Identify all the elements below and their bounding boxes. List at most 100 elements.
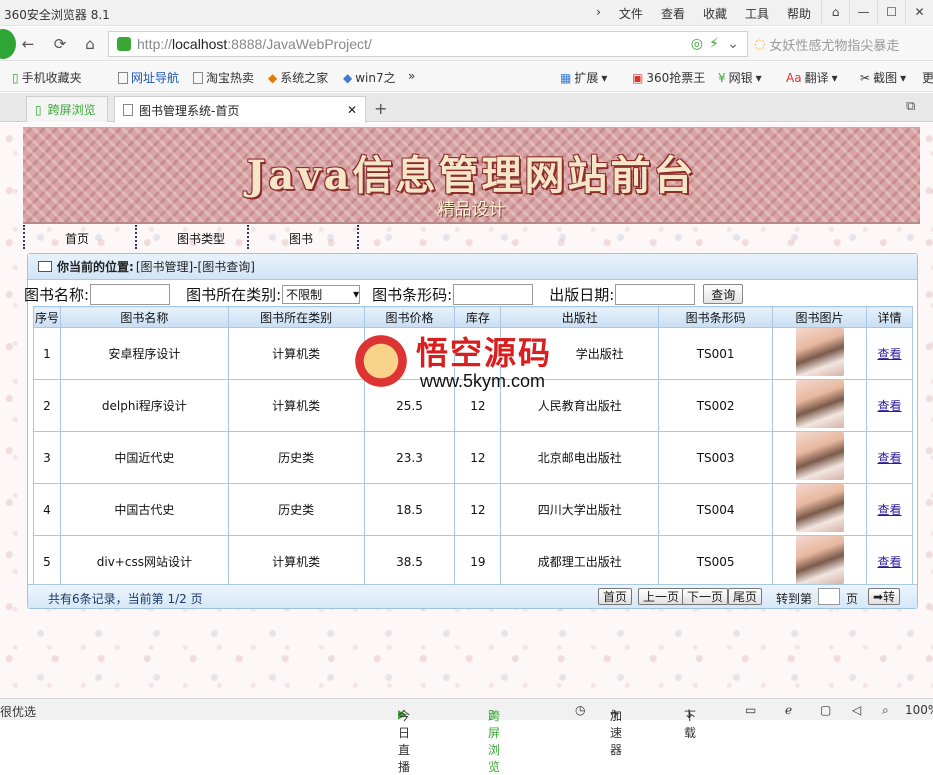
more-button[interactable]: 更	[922, 69, 933, 86]
tab-book-system[interactable]: 图书管理系统-首页 ✕	[114, 96, 366, 123]
next-page-button[interactable]: 下一页	[682, 588, 729, 605]
grid-icon: ▦	[560, 70, 572, 85]
close-button[interactable]: ✕	[905, 0, 933, 24]
back-icon[interactable]: ←	[18, 34, 38, 54]
col-publisher: 出版社	[500, 306, 660, 328]
page-unit-label: 页	[846, 592, 859, 606]
book-cover-image[interactable]	[795, 484, 844, 532]
ie-icon[interactable]: ℯ	[785, 703, 792, 717]
more-bookmarks-icon[interactable]: »	[408, 69, 415, 83]
book-cover-image[interactable]	[795, 380, 844, 428]
zoom-level[interactable]: 100%	[905, 703, 933, 717]
last-page-button[interactable]: 尾页	[728, 588, 763, 605]
ticket-button[interactable]: ▣ 360抢票王	[632, 69, 705, 86]
menu-tools[interactable]: 工具	[743, 5, 771, 22]
bookmarks-bar: ▯ 手机收藏夹 网址导航 淘宝热卖 ◆ 系统之家 ◆ win7之 » ▦ 扩展 ▾ ▣ 36…	[0, 62, 933, 92]
bookmark-system[interactable]: ◆ 系统之家	[268, 69, 328, 86]
tab-list-icon[interactable]: ⧉	[906, 99, 915, 114]
detail-link[interactable]: 查看	[877, 347, 901, 361]
detail-link[interactable]: 查看	[877, 399, 901, 413]
browser-titlebar: 360安全浏览器 8.1 › 文件 查看 收藏 工具 帮助 ⌂ — ☐ ✕	[0, 0, 933, 26]
bank-button[interactable]: ¥ 网银 ▾	[718, 69, 762, 86]
chevron-right-icon[interactable]: ›	[594, 5, 603, 22]
search-suggestion[interactable]: 女妖性感尤物指尖暴走	[769, 35, 899, 54]
col-stock: 库存	[454, 306, 502, 328]
security-shield-icon	[117, 37, 131, 51]
tab-close-icon[interactable]: ✕	[347, 103, 357, 117]
book-name-label: 图书名称:	[24, 285, 90, 304]
nav-books[interactable]: 图书	[247, 225, 359, 249]
menu-file[interactable]: 文件	[617, 5, 645, 22]
translate-button[interactable]: Aa 翻译 ▾	[786, 69, 838, 86]
restore-icon[interactable]: ▢	[820, 703, 831, 717]
scissors-icon: ✂	[860, 70, 871, 85]
book-icon	[38, 261, 52, 272]
breadcrumb-path: [图书管理]-[图书查询]	[135, 260, 255, 274]
menu-help[interactable]: 帮助	[785, 5, 813, 22]
goto-page-input[interactable]	[818, 588, 840, 605]
barcode-label: 图书条形码:	[372, 285, 453, 304]
search-engine-icon[interactable]: ◌	[754, 37, 765, 52]
new-tab-button[interactable]: +	[374, 99, 387, 118]
detail-link[interactable]: 查看	[877, 451, 901, 465]
extensions-button[interactable]: ▦ 扩展 ▾	[560, 69, 607, 86]
tab-cross-screen[interactable]: ▯ 跨屏浏览	[26, 96, 108, 122]
browser-navbar: ← ⟳ ⌂ http://localhost:8888/JavaWebProje…	[0, 27, 933, 61]
speed-icon[interactable]: ◷	[575, 703, 585, 717]
search-box[interactable]: ◌ 女妖性感尤物指尖暴走	[754, 31, 933, 57]
prev-page-button[interactable]: 上一页	[638, 588, 685, 605]
detail-link[interactable]: 查看	[877, 503, 901, 517]
first-page-button[interactable]: 首页	[598, 588, 633, 605]
book-cover-image[interactable]	[795, 536, 844, 584]
query-button[interactable]: 查询	[703, 284, 744, 304]
minimize-button[interactable]: —	[849, 0, 877, 24]
content-panel: 你当前的位置: [图书管理]-[图书查询] 图书名称: 图书所在类别: 不限制 ▾…	[24, 253, 918, 609]
bookmark-taobao[interactable]: 淘宝热卖	[193, 69, 254, 86]
breadcrumb-label: 你当前的位置:	[57, 260, 134, 274]
detail-link[interactable]: 查看	[877, 555, 901, 569]
sync-icon[interactable]: ◎	[691, 36, 703, 52]
publish-date-input[interactable]	[615, 283, 696, 305]
nav-home[interactable]: 首页	[23, 225, 135, 249]
page-icon	[193, 71, 203, 84]
bookmark-nav[interactable]: 网址导航	[118, 69, 179, 86]
status-left[interactable]: 很优选	[0, 703, 36, 720]
lightning-icon[interactable]: ⚡	[709, 36, 719, 52]
page-icon	[118, 71, 128, 84]
record-info: 共有6条记录，当前第 1/2 页	[48, 592, 203, 606]
address-url[interactable]: http://localhost:8888/JavaWebProject/	[137, 36, 372, 52]
menu-favorites[interactable]: 收藏	[701, 5, 729, 22]
screenshot-button[interactable]: ✂ 截图 ▾	[860, 69, 906, 86]
table-row: 4 中国古代史 历史类 18.5 12 四川大学出版社 TS004 查看	[33, 483, 913, 536]
pagination-bar: 共有6条记录，当前第 1/2 页 首页 上一页 下一页 尾页 转到第 页 ➡转	[28, 584, 917, 608]
book-cover-image[interactable]	[795, 432, 844, 480]
book-name-input[interactable]	[90, 283, 171, 305]
window-controls: ⌂ — ☐ ✕	[821, 0, 933, 24]
col-image: 图书图片	[772, 306, 867, 328]
maximize-button[interactable]: ☐	[877, 0, 905, 24]
sound-icon[interactable]: ◁	[852, 703, 861, 717]
browser-menu-bar: › 文件 查看 收藏 工具 帮助	[594, 5, 813, 22]
chevron-down-icon[interactable]: ⌄	[727, 36, 739, 52]
book-cover-image[interactable]	[795, 328, 844, 376]
menu-view[interactable]: 查看	[659, 5, 687, 22]
windows-icon: ◆	[343, 70, 353, 85]
skin-icon[interactable]: ⌂	[821, 0, 849, 24]
refresh-icon[interactable]: ⟳	[50, 34, 70, 54]
barcode-input[interactable]	[453, 283, 534, 305]
home-icon[interactable]: ⌂	[80, 34, 100, 54]
go-button[interactable]: ➡转	[868, 588, 901, 605]
bookmark-mobile[interactable]: ▯ 手机收藏夹	[12, 69, 82, 86]
nav-book-types[interactable]: 图书类型	[135, 225, 247, 249]
zoom-icon[interactable]: ⌕	[882, 703, 889, 718]
col-detail: 详情	[866, 306, 913, 328]
window-icon[interactable]: ▭	[745, 703, 756, 717]
status-bar: 很优选 ▶ 今日直播 ▯ 跨屏浏览 ◷ ✈ 加速器 ↓ 下载 ▭ ℯ ▢ ◁ ⌕…	[0, 698, 933, 774]
banner-title: Java信息管理网站前台	[246, 152, 697, 199]
bookmark-win7[interactable]: ◆ win7之	[343, 69, 396, 86]
col-name: 图书名称	[59, 306, 229, 328]
browser-logo-icon[interactable]	[0, 29, 16, 59]
category-label: 图书所在类别:	[186, 285, 282, 304]
address-bar[interactable]: http://localhost:8888/JavaWebProject/ ◎ …	[108, 31, 748, 57]
category-select[interactable]: 不限制 ▾	[282, 284, 361, 304]
